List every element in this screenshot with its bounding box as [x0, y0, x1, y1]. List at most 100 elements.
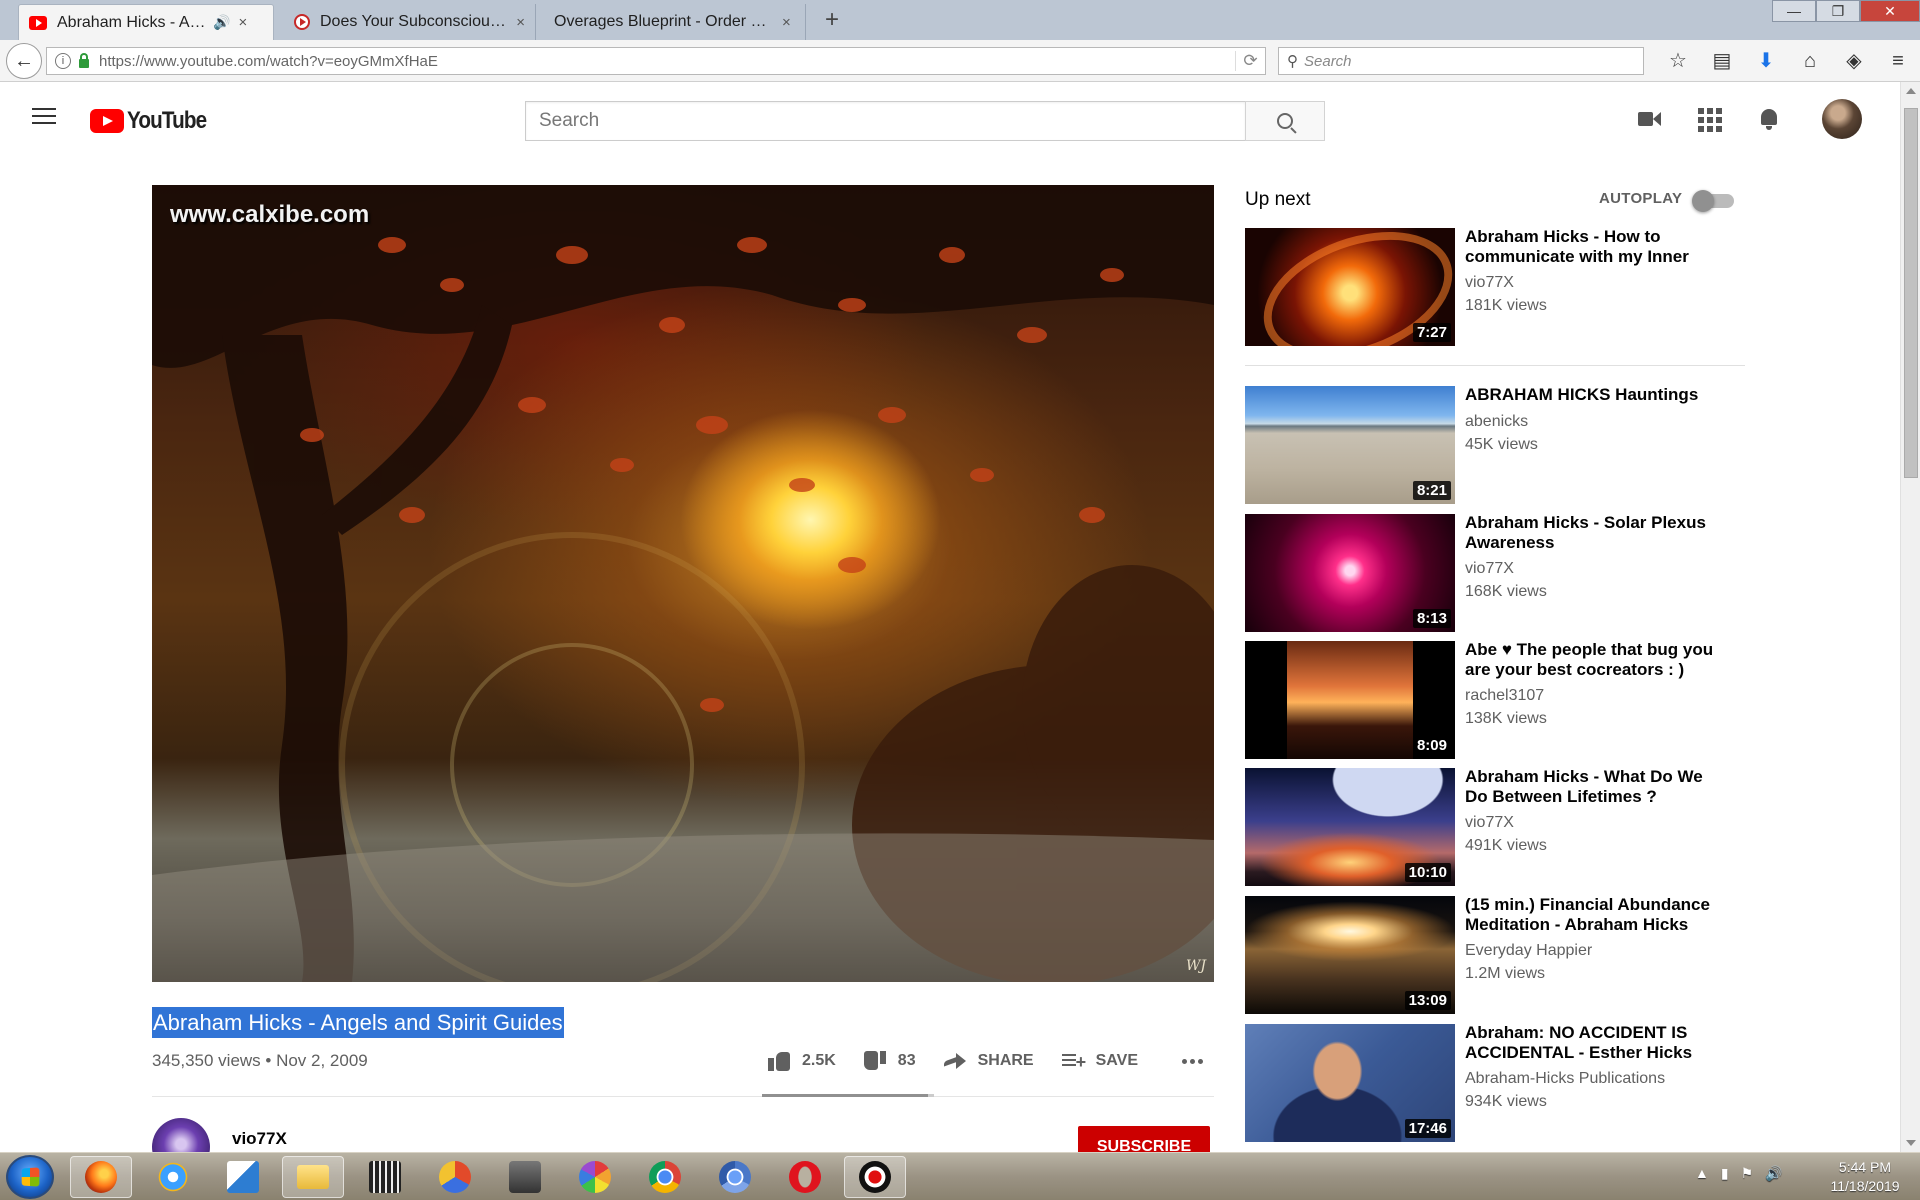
recommended-title[interactable]: Abe ♥ The people that bug you are your b…	[1465, 640, 1715, 680]
recommended-video[interactable]: 13:09 (15 min.) Financial Abundance Medi…	[1245, 895, 1745, 1014]
close-tab-icon[interactable]: ×	[516, 14, 525, 31]
recommended-video[interactable]: 8:13 Abraham Hicks - Solar Plexus Awaren…	[1245, 513, 1745, 632]
taskbar-paint[interactable]	[212, 1156, 274, 1198]
new-tab-button[interactable]: +	[818, 6, 846, 34]
video-player[interactable]: www.calxibe.com WJ	[152, 185, 1214, 982]
recommended-video[interactable]: 17:46 Abraham: NO ACCIDENT IS ACCIDENTAL…	[1245, 1023, 1745, 1142]
page-scrollbar[interactable]	[1900, 82, 1920, 1152]
video-thumbnail[interactable]: 8:09	[1245, 641, 1455, 759]
taskbar-recorder[interactable]	[844, 1156, 906, 1198]
share-button[interactable]: SHARE	[944, 1050, 1034, 1072]
scroll-down-arrow-icon[interactable]	[1906, 1140, 1916, 1146]
recommended-channel[interactable]: abenicks	[1465, 413, 1528, 431]
browser-tab-youtube[interactable]: Abraham Hicks - Angels and Spirit Guides…	[18, 4, 274, 40]
video-thumbnail[interactable]: 13:09	[1245, 896, 1455, 1014]
video-thumbnail[interactable]: 7:27	[1245, 228, 1455, 346]
recommended-views: 491K views	[1465, 837, 1547, 854]
video-thumbnail[interactable]: 17:46	[1245, 1024, 1455, 1142]
recommended-views: 934K views	[1465, 1093, 1547, 1110]
taskbar-internet-explorer[interactable]	[142, 1156, 204, 1198]
lock-icon	[79, 52, 89, 68]
create-video-icon[interactable]	[1638, 108, 1662, 130]
recommended-title[interactable]: (15 min.) Financial Abundance Meditation…	[1465, 895, 1715, 935]
show-hidden-icons-icon[interactable]: ▲	[1695, 1165, 1709, 1182]
close-tab-icon[interactable]: ×	[782, 14, 791, 31]
speaker-icon[interactable]: 🔊	[213, 14, 230, 31]
user-avatar[interactable]	[1822, 99, 1862, 139]
save-button[interactable]: SAVE	[1061, 1050, 1138, 1072]
taskbar-media-app[interactable]	[354, 1156, 416, 1198]
browser-search-input[interactable]: ⚲ Search	[1278, 47, 1644, 75]
youtube-play-logo-icon	[90, 109, 124, 133]
recommended-video[interactable]: 7:27 Abraham Hicks - How to communicate …	[1245, 227, 1745, 346]
volume-icon[interactable]: 🔊	[1765, 1165, 1782, 1182]
close-window-button[interactable]: ✕	[1860, 0, 1920, 22]
video-thumbnail[interactable]: 8:21	[1245, 386, 1455, 504]
clock-date: 11/18/2019	[1830, 1178, 1900, 1194]
recommended-title[interactable]: ABRAHAM HICKS Hauntings	[1465, 385, 1715, 405]
recommended-title[interactable]: Abraham Hicks - What Do We Do Between Li…	[1465, 767, 1715, 807]
recommended-channel[interactable]: Everyday Happier	[1465, 942, 1592, 960]
start-button[interactable]	[6, 1155, 54, 1199]
taskbar-opera[interactable]	[774, 1156, 836, 1198]
close-tab-icon[interactable]: ×	[238, 14, 247, 31]
youtube-logo[interactable]: YouTube	[90, 107, 219, 135]
video-watermark: www.calxibe.com	[170, 201, 370, 228]
search-icon: ⚲	[1287, 53, 1298, 70]
recommended-title[interactable]: Abraham Hicks - Solar Plexus Awareness	[1465, 513, 1715, 553]
reload-icon[interactable]: ⟳	[1235, 51, 1265, 71]
info-icon[interactable]: i	[55, 53, 71, 69]
reading-list-icon[interactable]: ▤	[1700, 48, 1744, 74]
recommended-video[interactable]: 8:21 ABRAHAM HICKS Hauntings abenicks 45…	[1245, 385, 1745, 504]
autoplay-toggle[interactable]	[1692, 190, 1736, 212]
action-center-flag-icon[interactable]: ⚑	[1741, 1165, 1754, 1182]
more-actions-icon[interactable]	[1182, 1058, 1203, 1064]
address-bar[interactable]: i https://www.youtube.com/watch?v=eoyGMm…	[46, 47, 1266, 75]
browser-tab-subconscious[interactable]: Does Your Subconscious Mind Block Your S…	[284, 4, 536, 40]
youtube-search-input[interactable]: Search	[525, 101, 1245, 141]
taskbar-tool-app[interactable]	[424, 1156, 486, 1198]
pocket-icon[interactable]: ◈	[1832, 48, 1876, 74]
recommended-channel[interactable]: Abraham-Hicks Publications	[1465, 1070, 1665, 1088]
dislike-button[interactable]: 83	[863, 1050, 916, 1072]
youtube-search-button[interactable]	[1245, 101, 1325, 141]
recommended-title[interactable]: Abraham Hicks - How to communicate with …	[1465, 227, 1715, 267]
taskbar-firefox[interactable]	[70, 1156, 132, 1198]
url-text[interactable]: https://www.youtube.com/watch?v=eoyGMmXf…	[99, 53, 1235, 70]
scroll-up-arrow-icon[interactable]	[1906, 88, 1916, 94]
recommended-video[interactable]: 10:10 Abraham Hicks - What Do We Do Betw…	[1245, 767, 1745, 886]
taskbar-chrome[interactable]	[634, 1156, 696, 1198]
share-label: SHARE	[977, 1052, 1034, 1069]
hamburger-menu-icon[interactable]: ≡	[1876, 48, 1920, 74]
recommended-channel[interactable]: vio77X	[1465, 560, 1514, 578]
apps-grid-icon[interactable]	[1698, 108, 1722, 132]
notifications-bell-icon[interactable]	[1758, 108, 1782, 130]
maximize-button[interactable]: ❐	[1816, 0, 1860, 22]
download-icon[interactable]: ⬇	[1744, 48, 1788, 74]
taskbar-file-explorer[interactable]	[282, 1156, 344, 1198]
back-button[interactable]: ←	[6, 43, 42, 79]
recommended-video[interactable]: 8:09 Abe ♥ The people that bug you are y…	[1245, 640, 1745, 759]
recommended-channel[interactable]: vio77X	[1465, 814, 1514, 832]
recommended-channel[interactable]: rachel3107	[1465, 687, 1544, 705]
firefox-icon	[85, 1161, 117, 1193]
video-thumbnail[interactable]: 10:10	[1245, 768, 1455, 886]
guide-menu-icon[interactable]	[32, 108, 56, 126]
browser-tab-overages[interactable]: Overages Blueprint - Order Now ×	[544, 4, 806, 40]
bookmark-star-icon[interactable]: ☆	[1656, 48, 1700, 74]
taskbar-chromium[interactable]	[704, 1156, 766, 1198]
recommended-channel[interactable]: vio77X	[1465, 274, 1514, 292]
home-icon[interactable]: ⌂	[1788, 48, 1832, 74]
share-arrow-icon	[944, 1050, 966, 1072]
scrollbar-thumb[interactable]	[1904, 108, 1918, 478]
like-button[interactable]: 2.5K	[768, 1050, 836, 1072]
taskbar-picasa[interactable]	[564, 1156, 626, 1198]
minimize-button[interactable]: —	[1772, 0, 1816, 22]
taskbar-camera-app[interactable]	[494, 1156, 556, 1198]
channel-name[interactable]: vio77X	[232, 1129, 287, 1149]
system-clock[interactable]: 5:44 PM 11/18/2019	[1822, 1158, 1908, 1196]
thumbs-up-icon	[768, 1050, 790, 1072]
video-thumbnail[interactable]: 8:13	[1245, 514, 1455, 632]
network-icon[interactable]: ▮	[1721, 1165, 1729, 1182]
recommended-title[interactable]: Abraham: NO ACCIDENT IS ACCIDENTAL - Est…	[1465, 1023, 1715, 1063]
